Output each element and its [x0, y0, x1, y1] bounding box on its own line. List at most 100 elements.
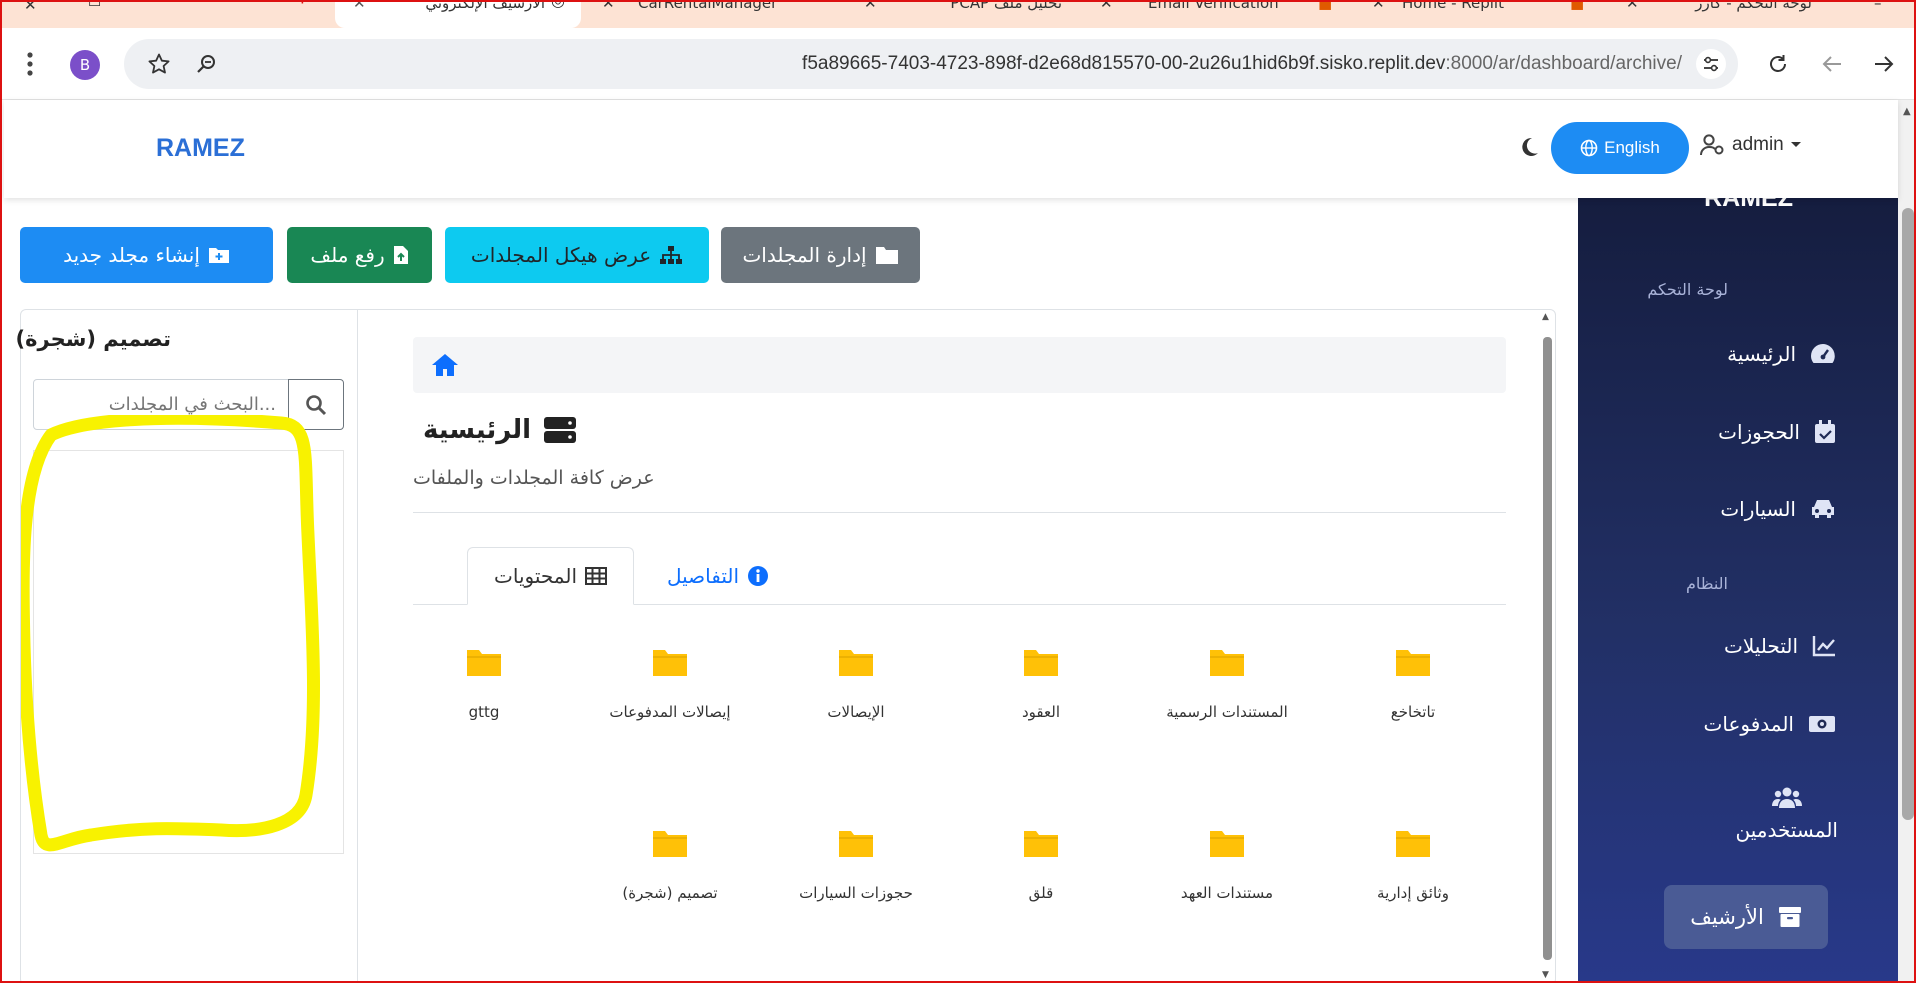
folder-item[interactable]: العقود — [951, 647, 1131, 721]
folder-item[interactable]: تصميم (شجرة) — [580, 828, 760, 902]
dark-mode-toggle-icon[interactable] — [1518, 136, 1540, 162]
sidebar-item-payments[interactable]: المدفوعات — [1704, 712, 1836, 736]
folder-name: إيصالات المدفوعات — [609, 703, 731, 721]
folder-item[interactable]: إيصالات المدفوعات — [580, 647, 760, 721]
folder-icon — [1210, 650, 1244, 676]
tab-close-icon[interactable]: ✕ — [1372, 2, 1385, 22]
forward-icon[interactable] — [1870, 50, 1898, 78]
folder-item[interactable]: تاتخاخع — [1323, 647, 1503, 721]
sidebar-item-label: السيارات — [1720, 497, 1796, 521]
sidebar-item-home[interactable]: الرئيسية — [1727, 342, 1836, 366]
content-scrollbar[interactable]: ▲ ▼ — [1538, 310, 1556, 981]
folder-icon — [467, 650, 501, 676]
home-icon[interactable] — [431, 353, 459, 381]
new-folder-button[interactable]: إنشاء مجلد جديد — [20, 227, 273, 283]
sidebar-item-cars[interactable]: السيارات — [1720, 497, 1836, 521]
tab-close-icon[interactable]: ✕ — [1100, 2, 1113, 22]
caret-down-icon — [1790, 142, 1801, 147]
new-folder-label: إنشاء مجلد جديد — [63, 243, 200, 267]
sidebar-item-users[interactable]: المستخدمين — [1736, 786, 1838, 842]
tree-panel-title: تصميم (شجرة) — [15, 327, 171, 351]
folder-item[interactable]: قلق — [951, 828, 1131, 902]
folder-structure-button[interactable]: عرض هيكل المجلدات — [445, 227, 709, 283]
tab-close-icon[interactable]: ✕ — [1626, 2, 1639, 22]
folder-name: المستندات الرسمية — [1166, 703, 1288, 721]
breadcrumb — [413, 337, 1506, 393]
sidebar-item-bookings[interactable]: الحجوزات — [1718, 420, 1836, 444]
sidebar-item-label: الأرشيف — [1690, 905, 1764, 929]
folder-name: حجوزات السيارات — [799, 884, 913, 902]
scroll-up-icon[interactable]: ▲ — [1903, 106, 1911, 117]
server-icon — [544, 417, 577, 443]
tab-close-icon[interactable]: ✕ — [602, 2, 615, 22]
folder-item[interactable]: الإيصالات — [766, 647, 946, 721]
tab-label: الأرشيف الإلكتروني — [425, 0, 545, 12]
tab-icon: ▭ — [88, 0, 102, 11]
sidebar: RAMEZ لوحة التحكم الرئيسية الحجوزات السي… — [1578, 184, 1898, 981]
folder-icon — [653, 650, 687, 676]
favicon-icon: ◎ — [551, 0, 565, 10]
language-label: English — [1604, 138, 1660, 157]
site-info-icon[interactable] — [1696, 49, 1726, 79]
search-button[interactable] — [288, 379, 344, 430]
manage-folders-label: إدارة المجلدات — [742, 243, 867, 267]
url-text[interactable]: f5a89665-7403-4723-898f-d2e68d815570-00-… — [802, 53, 1682, 75]
car-icon — [1812, 500, 1834, 518]
users-icon — [1771, 787, 1802, 808]
folder-name: مستندات العهد — [1180, 884, 1274, 902]
folder-item[interactable]: المستندات الرسمية — [1137, 647, 1317, 721]
tab-email[interactable]: Email Verification — [1148, 2, 1298, 22]
app-header: RAMEZ English admin — [4, 100, 1898, 198]
tab-details[interactable]: التفاصيل — [653, 547, 783, 605]
profile-avatar[interactable]: B — [70, 50, 100, 80]
folder-icon — [653, 831, 687, 857]
user-menu[interactable]: admin — [1700, 134, 1802, 156]
page-scrollbar-thumb[interactable] — [1902, 208, 1914, 820]
close-icon[interactable]: ✕ — [353, 2, 366, 22]
folder-item[interactable]: gttg — [394, 647, 574, 721]
brand-logo[interactable]: RAMEZ — [156, 134, 245, 163]
folder-icon — [1024, 650, 1058, 676]
archive-toolbar: إنشاء مجلد جديد رفع ملف عرض هيكل المجلدا… — [20, 227, 920, 283]
sidebar-item-archive[interactable]: الأرشيف — [1664, 885, 1828, 949]
sidebar-section-dashboard: لوحة التحكم — [1647, 280, 1728, 299]
folder-tree[interactable] — [33, 450, 344, 854]
scroll-down-icon[interactable]: ▼ — [1542, 970, 1549, 980]
language-button[interactable]: English — [1551, 122, 1689, 174]
sidebar-item-analytics[interactable]: التحليلات — [1724, 634, 1836, 658]
close-window-icon[interactable]: ✕ — [24, 2, 37, 24]
folder-item[interactable]: وثائق إدارية — [1323, 828, 1503, 902]
back-icon[interactable] — [1818, 50, 1846, 78]
manage-folders-button[interactable]: إدارة المجلدات — [721, 227, 920, 283]
tab-cars-dashboard[interactable]: لوحة التحكم - كارز — [1662, 2, 1812, 22]
info-icon — [748, 566, 769, 586]
folder-name: قلق — [1028, 884, 1054, 902]
folder-search-input[interactable] — [33, 379, 289, 430]
tab-replit[interactable]: Home - Replit — [1402, 2, 1532, 22]
tab-close-icon[interactable]: ✕ — [864, 2, 877, 22]
bookmark-star-icon[interactable] — [146, 51, 172, 77]
upload-file-button[interactable]: رفع ملف — [287, 227, 432, 283]
tab-strip-menu-icon[interactable]: – — [1874, 2, 1882, 22]
user-cog-icon — [1700, 134, 1724, 156]
folder-item[interactable]: مستندات العهد — [1137, 828, 1317, 902]
folder-tree-panel: تصميم (شجرة) — [16, 310, 358, 981]
browser-menu-icon[interactable] — [18, 48, 42, 80]
page-scrollbar[interactable]: ▲ — [1898, 100, 1914, 981]
zoom-icon[interactable] — [194, 51, 220, 77]
folder-item[interactable]: حجوزات السيارات — [766, 828, 946, 902]
tab-archive[interactable]: الأرشيف الإلكتروني ✕ ◎ — [335, 2, 581, 28]
globe-icon — [1580, 139, 1598, 157]
folder-name: وثائق إدارية — [1377, 884, 1449, 902]
folder-name: تصميم (شجرة) — [622, 884, 718, 902]
tab-carrental[interactable]: CarRentalManager — [638, 2, 798, 22]
content-scrollbar-thumb[interactable] — [1543, 337, 1552, 960]
reload-icon[interactable] — [1764, 50, 1792, 78]
folder-name: gttg — [468, 703, 500, 721]
omnibox[interactable]: f5a89665-7403-4723-898f-d2e68d815570-00-… — [124, 39, 1738, 89]
tab-pcap[interactable]: تحليل ملف PCAP — [912, 2, 1062, 22]
tab-favicon-icon: ■ — [1318, 0, 1333, 12]
tab-contents[interactable]: المحتويات — [467, 547, 634, 605]
scroll-up-icon[interactable]: ▲ — [1542, 312, 1549, 322]
archive-icon — [1778, 907, 1801, 927]
